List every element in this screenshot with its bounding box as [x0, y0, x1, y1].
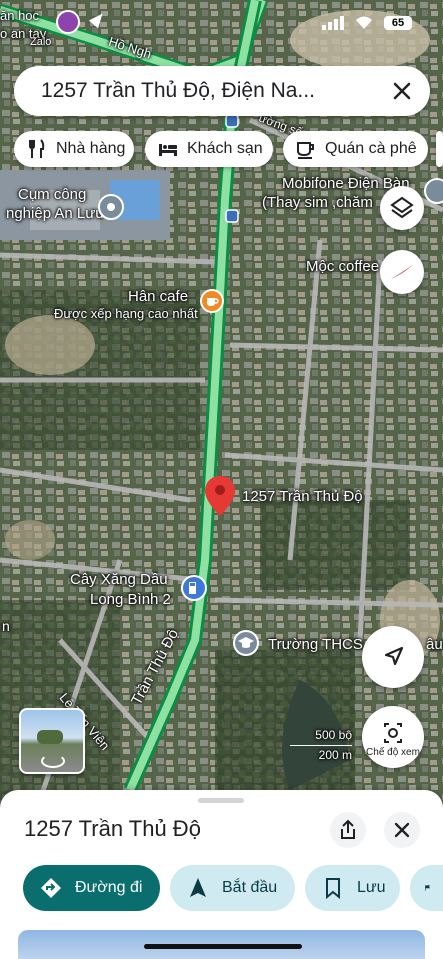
directions-icon [41, 878, 61, 898]
my-location-button[interactable] [362, 626, 424, 688]
chip-label: Khách sạn [187, 140, 263, 157]
view-mode-label: Chế độ xem [366, 747, 420, 758]
drag-handle[interactable] [198, 798, 244, 803]
chip-label: Nhà hàng [56, 140, 126, 157]
flag-icon [425, 885, 431, 891]
poi-industrial-line1[interactable]: Cụm công [18, 186, 86, 203]
place-title: 1257 Trần Thủ Độ [24, 816, 201, 841]
wifi-icon [354, 14, 374, 30]
compass-icon [391, 265, 413, 279]
status-zalo: Zalo [30, 36, 52, 48]
fork-knife-icon [29, 139, 45, 158]
more-action-button[interactable] [410, 865, 443, 911]
poi-han-cafe-sub: Được xếp hạng cao nhất [54, 306, 198, 321]
poi-school[interactable]: Trường THCS [268, 636, 363, 653]
map-scale: 500 bộ 200 m [290, 728, 352, 764]
poi-industrial-line2[interactable]: nghiệp An Lưu [6, 205, 104, 222]
scale-feet: 500 bộ [315, 728, 352, 742]
signal-icon [322, 16, 344, 30]
bookmark-icon [326, 878, 340, 900]
poi-han-cafe[interactable]: Hân cafe [128, 288, 188, 305]
camera-scan-icon [384, 723, 402, 743]
layers-icon [390, 196, 414, 219]
view-mode-button[interactable]: Chế độ xem [362, 706, 424, 768]
chip-more[interactable] [436, 131, 443, 167]
search-query[interactable]: 1257 Trần Thủ Độ, Điện Na... [41, 79, 315, 103]
place-sheet[interactable]: 1257 Trần Thủ Độ Đường đi Bắt đầu Lưu [0, 790, 443, 959]
navigation-icon [190, 878, 206, 897]
battery-icon: 65 [384, 16, 412, 30]
app-badge-icon [56, 10, 80, 34]
share-icon [341, 819, 355, 839]
search-bar[interactable]: 1257 Trần Thủ Độ, Điện Na... [14, 66, 430, 116]
pin-label[interactable]: 1257 Trần Thủ Độ [242, 488, 363, 505]
street-view-thumbnail[interactable] [19, 708, 85, 774]
rotate-360-icon [41, 754, 65, 768]
home-indicator [144, 944, 302, 949]
coffee-cup-icon [297, 142, 314, 159]
poi-gas-line2[interactable]: Long Bình 2 [90, 591, 171, 608]
chip-restaurants[interactable]: Nhà hàng [14, 131, 134, 167]
layers-button[interactable] [380, 186, 424, 230]
gas-station-pin-icon[interactable] [181, 575, 207, 601]
share-button[interactable] [330, 812, 366, 848]
location-arrow-icon [88, 9, 108, 29]
poi-gas-line1[interactable]: Cây Xăng Dầu [70, 571, 168, 588]
chip-hotels[interactable]: Khách sạn [145, 131, 273, 167]
save-button[interactable]: Lưu [305, 865, 400, 911]
start-button[interactable]: Bắt đầu [170, 865, 295, 911]
mobifone-pin-icon[interactable] [424, 178, 443, 204]
navigation-arrow-icon [384, 646, 404, 666]
road-label-left-edge: n [2, 618, 10, 634]
coffee-pin-icon[interactable] [200, 289, 224, 313]
location-pin-icon[interactable] [205, 476, 235, 516]
poi-school-suffix: âu [426, 636, 443, 653]
status-bar: ăn hoc o an tay Zalo 65 [0, 0, 443, 48]
chip-cafes[interactable]: Quán cà phê [283, 131, 428, 167]
poi-moc-coffee[interactable]: Mộc coffee [306, 258, 379, 275]
school-pin-icon[interactable] [233, 630, 259, 656]
directions-button[interactable]: Đường đi [23, 865, 160, 911]
close-icon [394, 822, 410, 838]
compass-button[interactable] [380, 250, 424, 294]
close-sheet-button[interactable] [384, 812, 420, 848]
start-label: Bắt đầu [222, 879, 278, 896]
industrial-pin-icon[interactable] [98, 194, 124, 220]
chip-label: Quán cà phê [325, 140, 417, 157]
directions-label: Đường đi [75, 879, 143, 896]
close-icon[interactable] [388, 77, 416, 105]
scale-meters: 200 m [318, 748, 352, 762]
bed-icon [159, 144, 177, 156]
save-label: Lưu [357, 879, 386, 896]
status-text-1: ăn hoc [0, 8, 40, 23]
poi-mobifone-line2[interactable]: (Thay sim ,chăm [262, 194, 373, 211]
